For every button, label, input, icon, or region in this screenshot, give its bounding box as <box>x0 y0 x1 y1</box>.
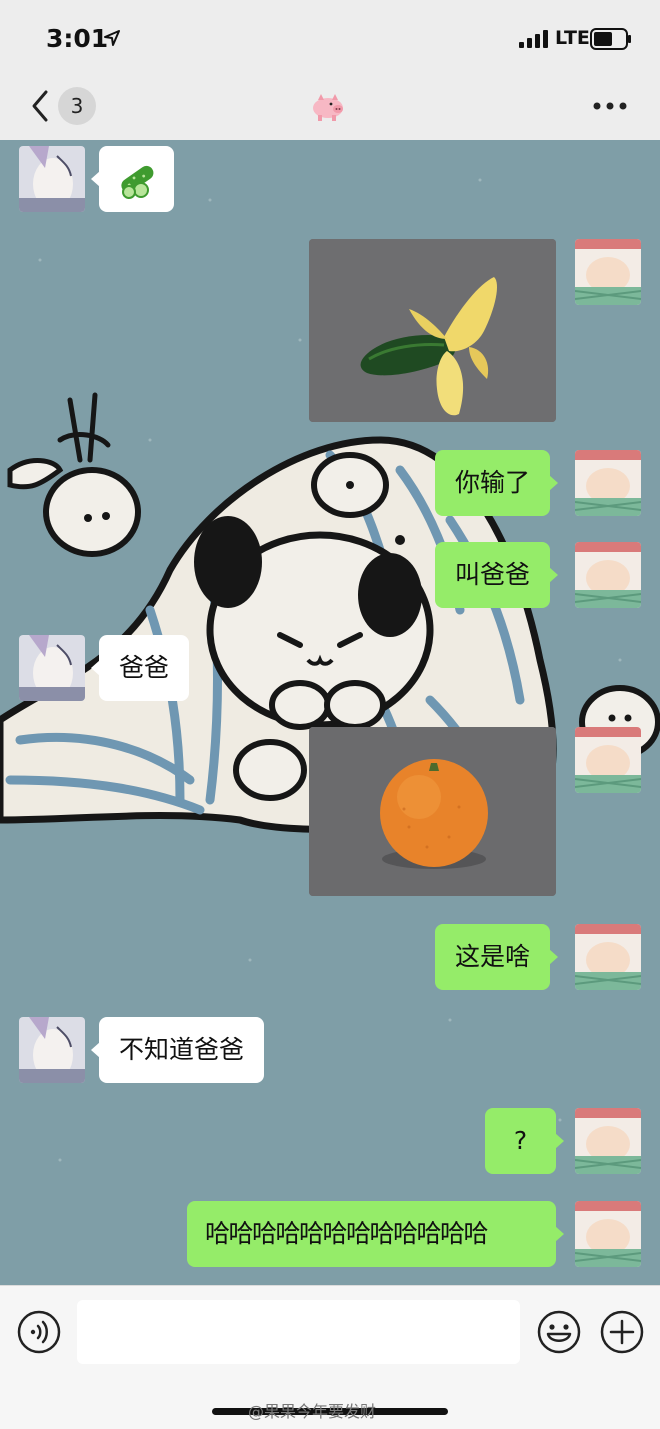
message-bubble-sent[interactable]: 叫爸爸 <box>435 542 559 608</box>
pig-emoji-icon <box>313 94 343 121</box>
emoji-icon[interactable] <box>536 1309 582 1355</box>
my-avatar[interactable] <box>575 1108 641 1174</box>
my-avatar[interactable] <box>575 450 641 516</box>
message-text-input[interactable] <box>77 1300 520 1364</box>
network-type: LTE <box>555 27 590 49</box>
plus-icon[interactable] <box>599 1309 645 1355</box>
status-time: 3:01 <box>46 24 109 53</box>
contact-avatar[interactable] <box>19 146 85 212</box>
message-bubble-received[interactable]: 爸爸 <box>90 635 190 701</box>
back-chevron-icon[interactable] <box>28 88 52 124</box>
my-avatar[interactable] <box>575 239 641 305</box>
chat-message-list[interactable]: 你输了 叫爸爸 爸爸 这是啥 不知道爸爸 ? 哈哈哈哈哈哈哈哈哈哈哈哈 <box>0 140 660 1285</box>
voice-icon[interactable] <box>17 1310 61 1354</box>
chat-header: 3 <box>0 80 660 140</box>
message-image-sent[interactable] <box>309 239 556 422</box>
watermark-text: @果果今年要发财 <box>248 1402 377 1421</box>
unread-count-badge[interactable]: 3 <box>58 87 96 125</box>
message-bubble-sent[interactable]: ? <box>485 1108 564 1174</box>
cellular-signal-icon <box>519 30 548 48</box>
cucumber-emoji-icon <box>121 165 154 199</box>
message-input-bar: @果果今年要发财 <box>0 1285 660 1429</box>
message-bubble-received[interactable]: 不知道爸爸 <box>90 1017 265 1083</box>
message-bubble-sent[interactable]: 你输了 <box>435 450 559 516</box>
my-avatar[interactable] <box>575 924 641 990</box>
my-avatar[interactable] <box>575 727 641 793</box>
my-avatar[interactable] <box>575 542 641 608</box>
location-arrow-icon <box>104 30 120 46</box>
banana-cucumber-photo <box>309 239 556 422</box>
more-dots-icon[interactable] <box>590 98 630 114</box>
my-avatar[interactable] <box>575 1201 641 1267</box>
status-bar: 3:01 LTE <box>0 0 660 80</box>
battery-icon <box>590 28 631 50</box>
message-bubble-sent[interactable]: 这是啥 <box>435 924 559 990</box>
orange-photo <box>309 727 556 896</box>
contact-avatar[interactable] <box>19 1017 85 1083</box>
message-bubble-received[interactable] <box>91 146 174 212</box>
message-image-sent[interactable] <box>309 727 556 896</box>
contact-avatar[interactable] <box>19 635 85 701</box>
message-bubble-sent[interactable]: 哈哈哈哈哈哈哈哈哈哈哈哈 <box>187 1201 564 1267</box>
